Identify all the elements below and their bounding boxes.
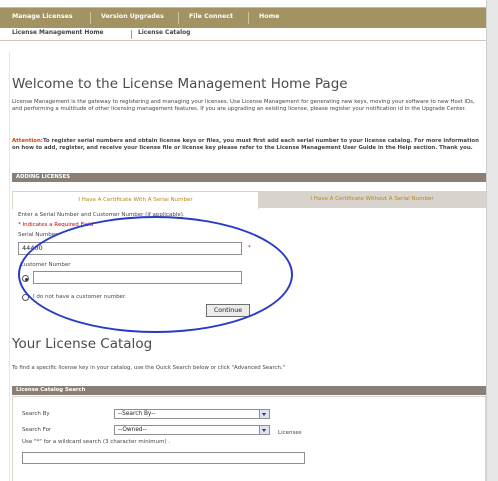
nav-home[interactable]: Home [259, 13, 279, 20]
top-navigation: Manage Licenses Version Upgrades File Co… [0, 7, 486, 28]
intro-paragraph: License Management is the gateway to reg… [12, 99, 475, 113]
catalog-description: To find a specific license key in your c… [12, 365, 286, 371]
search-by-label: Search By [22, 411, 50, 417]
chevron-down-icon [259, 410, 269, 418]
annotation-oval [18, 216, 293, 333]
page-title: Welcome to the License Management Home P… [12, 76, 348, 92]
nav-manage-licenses[interactable]: Manage Licenses [12, 13, 73, 20]
search-for-label: Search For [22, 427, 52, 433]
left-frame-border [9, 52, 10, 481]
wildcard-hint: Use "*" for a wildcard search (3 charact… [22, 439, 171, 445]
chevron-down-icon [259, 426, 269, 434]
catalog-title: Your License Catalog [12, 336, 153, 352]
search-text-input[interactable] [22, 452, 305, 464]
search-for-select[interactable]: --Owned-- [114, 425, 270, 435]
sub-navigation: License Management Home License Catalog [0, 28, 486, 41]
nav-separator [178, 12, 179, 24]
nav-version-upgrades[interactable]: Version Upgrades [101, 13, 164, 20]
catalog-search-header: License Catalog Search [12, 386, 486, 395]
adding-licenses-header-label: ADDING LICENSES [16, 174, 71, 180]
tab-with-serial-number[interactable]: I Have A Certificate With A Serial Numbe… [12, 191, 259, 209]
tab-without-serial-number[interactable]: I Have A Certificate Without A Serial Nu… [258, 191, 486, 208]
catalog-search-header-label: License Catalog Search [16, 387, 86, 393]
nav-separator [248, 12, 249, 24]
nav-file-connect[interactable]: File Connect [189, 13, 233, 20]
adding-licenses-header: ADDING LICENSES [12, 173, 486, 182]
attention-text: To register serial numbers and obtain li… [12, 138, 479, 152]
subnav-separator [131, 30, 132, 39]
search-for-value: --Owned-- [118, 427, 147, 433]
licenses-label: Licenses [278, 430, 302, 436]
attention-label: Attention: [12, 138, 43, 144]
search-by-select[interactable]: --Search By-- [114, 409, 270, 419]
subnav-license-catalog[interactable]: License Catalog [138, 30, 190, 36]
search-by-value: --Search By-- [118, 411, 156, 417]
attention-paragraph: Attention:To register serial numbers and… [12, 138, 486, 153]
nav-separator [90, 12, 91, 24]
subnav-license-management-home[interactable]: License Management Home [12, 30, 104, 36]
right-frame-border [486, 0, 498, 481]
